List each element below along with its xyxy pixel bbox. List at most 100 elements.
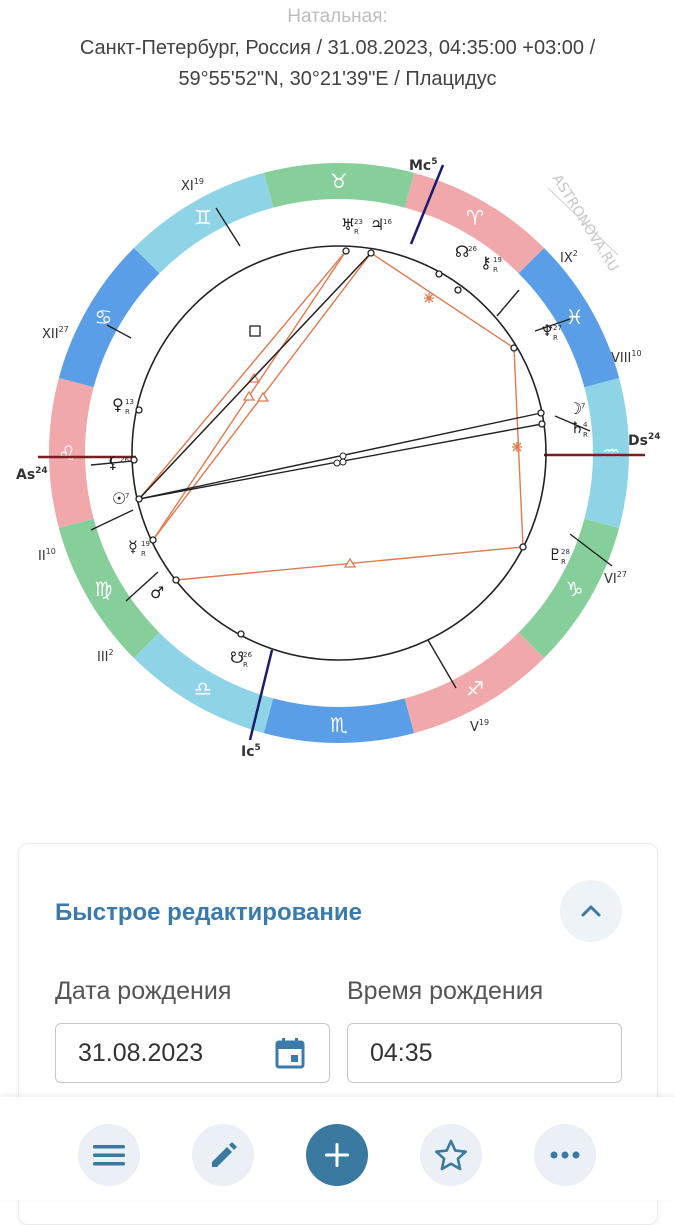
house-label: VIII10	[611, 349, 642, 366]
quick-edit-title: Быстрое редактирование	[55, 899, 362, 926]
lilith-icon[interactable]: ⚸	[107, 453, 119, 472]
planet-dot[interactable]	[519, 543, 527, 551]
zodiac-sign-glyph: ♊	[194, 205, 212, 229]
favorites-button[interactable]	[420, 1124, 482, 1186]
planet-degree: 27	[553, 324, 562, 332]
bottom-navigation	[0, 1097, 675, 1200]
zodiac-sign-glyph: ♍	[94, 577, 112, 601]
house-label: II10	[38, 547, 56, 564]
add-button[interactable]	[306, 1124, 368, 1186]
center-dot	[339, 458, 347, 466]
center-dot	[333, 459, 341, 467]
mc-label: Mc5	[409, 157, 438, 174]
house-label: IX2	[560, 249, 578, 266]
cusp-ii	[90, 509, 134, 531]
retrograde-mark: R	[493, 266, 498, 274]
planet-degree: 23	[354, 218, 363, 226]
zodiac-sign-glyph: ♈	[466, 205, 484, 229]
birth-time-label: Время рождения	[347, 977, 544, 1005]
zodiac-sign-glyph: ♏	[330, 713, 348, 737]
house-label: XII27	[42, 325, 69, 342]
sextile-marker	[512, 442, 522, 452]
plus-icon	[325, 1143, 349, 1167]
zodiac-sign-glyph: ♒	[602, 441, 620, 465]
planet-dot[interactable]	[130, 456, 138, 464]
trine-marker	[242, 390, 256, 401]
planet-degree: 19	[141, 540, 150, 548]
retrograde-mark: R	[141, 550, 146, 558]
planet-dot[interactable]	[510, 344, 518, 352]
house-label: III2	[97, 648, 114, 665]
house-label: VI27	[604, 570, 627, 587]
natal-chart-wheel[interactable]: ♈♉♊♋♌♍♎♏♐♑♒♓ ♅23R ♃16☊26⚷ 19R♆27R☽7♄4R♇2…	[0, 120, 675, 780]
chevron-up-icon	[581, 905, 601, 917]
retrograde-mark: R	[583, 431, 588, 439]
planet-dot[interactable]	[454, 286, 462, 294]
zodiac-sign-glyph: ♓	[566, 305, 584, 329]
birth-date-value: 31.08.2023	[78, 1039, 204, 1067]
planet-degree: 26	[120, 456, 129, 464]
retrograde-mark: R	[553, 334, 558, 342]
chart-details-line2: 59°55'52"N, 30°21'39"E / Плацидус	[178, 68, 497, 90]
chart-details-line1: Санкт-Петербург, Россия / 31.08.2023, 04…	[79, 37, 596, 59]
star-icon	[435, 1139, 467, 1171]
calendar-icon[interactable]	[275, 1037, 305, 1069]
house-label: V19	[470, 718, 489, 735]
inner-circle	[131, 245, 547, 661]
planet-degree: 19	[493, 256, 502, 264]
watermark-underline	[547, 187, 619, 256]
planet-dot[interactable]	[367, 249, 375, 257]
aspect-lines	[138, 250, 524, 581]
planet-degree: 7	[581, 402, 585, 410]
venus-icon[interactable]: ♀	[112, 395, 124, 414]
birth-time-value: 04:35	[370, 1039, 433, 1067]
retrograde-mark: R	[125, 408, 130, 416]
ds-label: Ds24	[628, 432, 661, 449]
birth-time-field[interactable]: 04:35	[347, 1023, 622, 1083]
planet-degree: 4	[583, 421, 588, 429]
center-markers	[333, 452, 347, 467]
planet-dot[interactable]	[135, 495, 143, 503]
planet-dot[interactable]	[237, 630, 245, 638]
planet-dot[interactable]	[135, 406, 143, 414]
aspect-markers	[242, 372, 357, 568]
menu-button[interactable]	[78, 1124, 140, 1186]
planet-dot[interactable]	[149, 536, 157, 544]
collapse-button[interactable]	[560, 880, 622, 942]
pencil-icon	[212, 1142, 237, 1167]
zodiac-sign-glyph: ♉	[330, 169, 348, 193]
cusp-ix	[496, 289, 520, 317]
trine-marker	[256, 391, 270, 402]
zodiac-ring: ♈ ♉ ♊ ♋ ♌ ♍ ♎ ♏ ♐ ♑ ♒ ♓	[48, 163, 629, 743]
planet-dot[interactable]	[172, 576, 180, 584]
zodiac-sign-glyph: ♎	[194, 677, 212, 701]
chiron-icon[interactable]: ⚷	[480, 253, 492, 272]
retrograde-mark: R	[561, 558, 566, 566]
ic-label: Ic5	[241, 743, 261, 760]
mars-icon[interactable]: ♂	[150, 583, 164, 602]
retrograde-mark: R	[243, 661, 248, 669]
house-label: XI19	[181, 177, 204, 194]
planet-degree: 26	[468, 245, 477, 253]
cusp-v	[427, 639, 457, 689]
zodiac-sign-glyph: ♋	[94, 305, 112, 329]
planet-degree: 13	[125, 398, 134, 406]
retrograde-mark: R	[354, 228, 359, 236]
square-marker	[249, 325, 261, 337]
more-button[interactable]	[534, 1124, 596, 1186]
planet-dot[interactable]	[537, 409, 545, 417]
chart-kind: Натальная:	[287, 6, 388, 27]
more-dots-icon	[550, 1151, 580, 1159]
zodiac-sign-glyph: ♌	[58, 441, 76, 465]
edit-button[interactable]	[192, 1124, 254, 1186]
zodiac-sign-glyph: ♐	[466, 677, 484, 701]
mercury-icon[interactable]: ☿	[128, 537, 138, 556]
planet-dot[interactable]	[342, 247, 350, 255]
as-label: As24	[16, 466, 48, 483]
planet-dot[interactable]	[435, 270, 443, 278]
birth-date-field[interactable]: 31.08.2023	[55, 1023, 330, 1083]
planet-degree: 7	[125, 492, 129, 500]
planet-degree: 28	[561, 548, 570, 556]
menu-icon	[93, 1145, 125, 1166]
planet-dot[interactable]	[538, 420, 546, 428]
